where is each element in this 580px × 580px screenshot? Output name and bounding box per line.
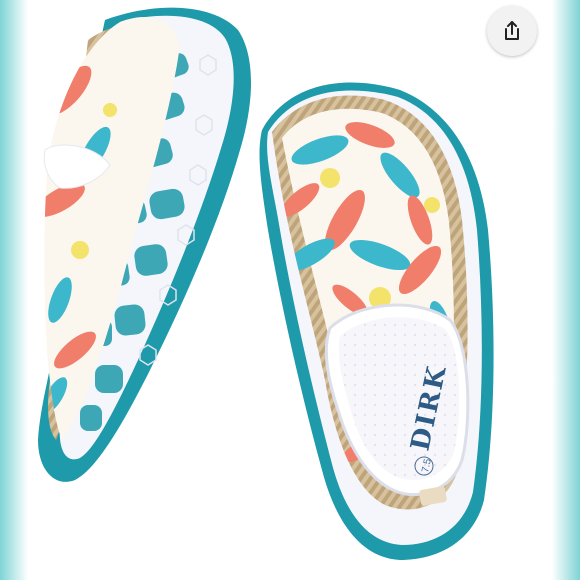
- share-icon: [505, 21, 519, 40]
- product-photo: DIRK 7.5: [38, 7, 494, 560]
- right-shoe: DIRK 7.5: [259, 82, 494, 560]
- left-shoe: [38, 7, 252, 482]
- share-button[interactable]: [487, 6, 537, 56]
